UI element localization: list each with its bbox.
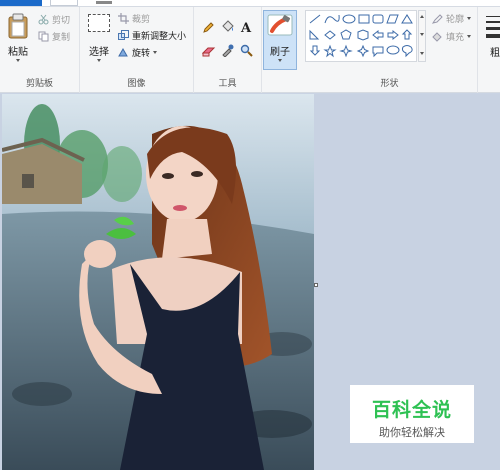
resize-button[interactable]: 重新调整大小 <box>118 29 186 42</box>
chevron-down-icon <box>16 59 20 62</box>
watermark-subtitle: 助你轻松解决 <box>379 426 445 439</box>
crop-label: 裁剪 <box>132 15 151 25</box>
tab-home[interactable] <box>50 0 78 6</box>
color-picker-icon[interactable] <box>221 44 234 57</box>
fill-bucket-icon[interactable] <box>221 20 235 33</box>
canvas-resize-handle[interactable] <box>314 283 318 287</box>
resize-label: 重新调整大小 <box>132 32 187 42</box>
clipboard-group-label: 剪贴板 <box>25 79 53 89</box>
shapes-scrollbar[interactable] <box>418 10 426 62</box>
fill-icon <box>432 32 442 42</box>
chevron-down-icon <box>278 59 282 62</box>
resize-icon <box>118 30 129 40</box>
text-icon[interactable]: A <box>240 20 253 33</box>
shapes-group: 轮廓 填充 形状 <box>302 7 478 93</box>
chevron-down-icon <box>153 51 158 54</box>
selection-icon <box>88 14 110 32</box>
tools-group: A 工具 <box>194 7 262 93</box>
tab-view[interactable] <box>96 1 112 4</box>
chevron-down-icon <box>467 17 472 20</box>
magnifier-icon[interactable] <box>240 44 253 57</box>
size-icon <box>486 16 500 38</box>
ribbon-tab-strip <box>0 0 500 7</box>
watermark: 百科全说 助你轻松解决 <box>350 385 474 443</box>
portrait-photo <box>2 94 314 470</box>
brushes-button[interactable]: 刷子 <box>263 10 297 70</box>
paste-icon <box>8 13 28 39</box>
image-group: 选择 裁剪 重新调整大小 旋转 图像 <box>80 7 194 93</box>
shapes-group-label: 形状 <box>380 79 399 89</box>
copy-icon <box>38 31 49 42</box>
canvas-image[interactable] <box>2 94 314 470</box>
brushes-label: 刷子 <box>270 47 290 58</box>
paste-label: 粘贴 <box>8 47 28 58</box>
expand-gallery-icon <box>420 52 424 55</box>
scissors-icon <box>38 14 49 25</box>
svg-text:A: A <box>240 21 252 33</box>
size-button[interactable]: 粗 <box>482 10 500 70</box>
outline-label: 轮廓 <box>446 15 465 25</box>
pencil-icon[interactable] <box>202 21 215 34</box>
chevron-down-icon <box>420 33 424 36</box>
fill-button[interactable]: 填充 <box>432 30 472 43</box>
cut-button[interactable]: 剪切 <box>38 13 70 26</box>
rotate-button[interactable]: 旋转 <box>118 46 158 59</box>
clipboard-group: 粘贴 剪切 复制 剪贴板 <box>0 7 80 93</box>
select-label: 选择 <box>89 47 109 58</box>
outline-icon <box>432 14 443 24</box>
chevron-down-icon <box>467 35 472 38</box>
chevron-up-icon <box>420 15 424 18</box>
cut-label: 剪切 <box>52 16 71 26</box>
fill-label: 填充 <box>446 33 465 43</box>
crop-button[interactable]: 裁剪 <box>118 12 150 25</box>
tab-file[interactable] <box>0 0 42 6</box>
ribbon: 粘贴 剪切 复制 剪贴板 选择 裁剪 重新调整大小 旋转 图像 A 工具 刷子 … <box>0 7 500 93</box>
copy-label: 复制 <box>52 33 71 43</box>
watermark-title: 百科全说 <box>371 399 452 421</box>
shapes-gallery-icons <box>309 14 413 58</box>
rotate-icon <box>118 47 128 57</box>
copy-button[interactable]: 复制 <box>38 30 70 43</box>
shapes-gallery[interactable] <box>305 10 417 62</box>
outline-button[interactable]: 轮廓 <box>432 12 472 25</box>
image-group-label: 图像 <box>127 79 146 89</box>
tools-group-label: 工具 <box>218 79 237 89</box>
crop-icon <box>118 13 129 24</box>
chevron-down-icon <box>97 59 101 62</box>
paste-button[interactable]: 粘贴 <box>4 11 32 67</box>
eraser-icon[interactable] <box>202 45 216 57</box>
select-button[interactable]: 选择 <box>84 11 114 69</box>
rotate-label: 旋转 <box>132 49 151 59</box>
size-label: 粗 <box>490 48 500 59</box>
brush-icon <box>267 14 293 36</box>
